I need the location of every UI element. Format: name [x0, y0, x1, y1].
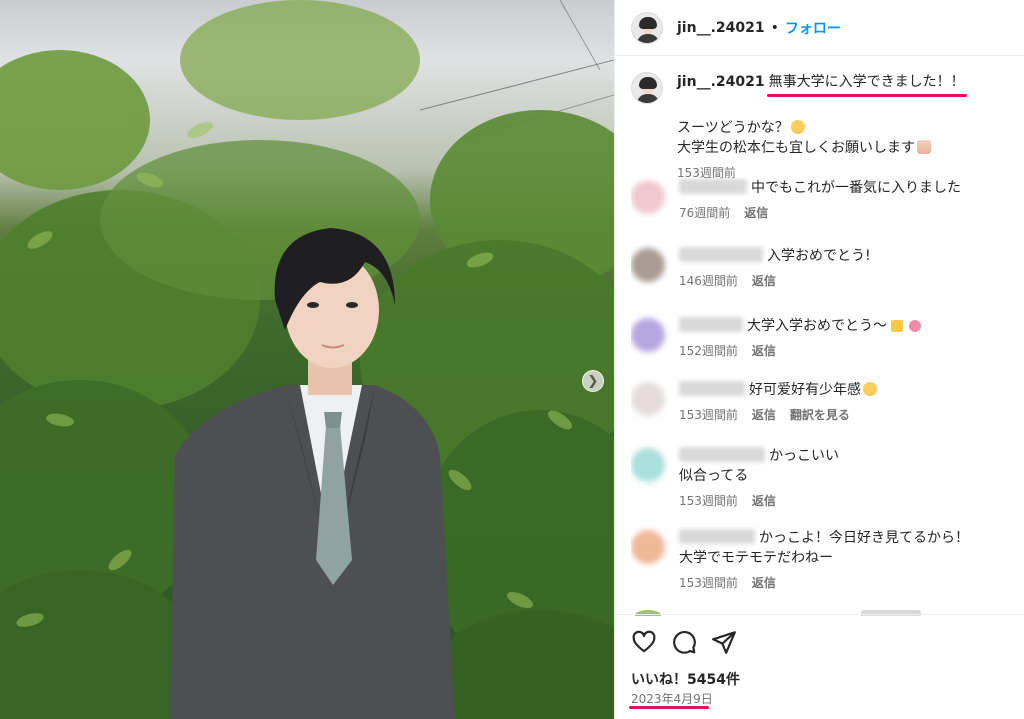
share-icon[interactable] [711, 629, 737, 655]
reply-button[interactable]: 返信 [752, 574, 776, 591]
post-date: 2023年4月9日 [631, 692, 713, 706]
comment-time: 76週間前 [679, 206, 731, 220]
comment-time: 146週間前 [679, 274, 738, 288]
redacted-username [679, 247, 763, 262]
commenter-avatar[interactable] [631, 180, 665, 214]
post-side-panel: jin__.24021 • フォロー jin__.24021 無事大学に入学できま… [614, 0, 1024, 719]
post-caption: jin__.24021 無事大学に入学できました！！ スーツどうかな？ 大学生の松… [631, 72, 1011, 181]
photo-illustration [0, 0, 614, 719]
comment-list[interactable]: 中でもこれが一番気に入りました 76週間前 返信 入学おめでとう! 146週間前返… [631, 178, 1015, 608]
caption-highlight: 無事大学に入学できました！！ [766, 74, 967, 97]
comment-text: かっこよ！今日好き見てるから！ [759, 530, 969, 546]
reply-button[interactable]: 返信 [752, 272, 776, 289]
flower-icon [909, 320, 921, 332]
header-separator: • [770, 19, 779, 36]
commenter-avatar[interactable] [631, 530, 665, 564]
comment-time: 153週間前 [679, 408, 738, 422]
comment-text: 好可爱好有少年感 [749, 382, 861, 398]
comment-time: 153週間前 [679, 494, 738, 508]
comment-text: 入学おめでとう! [767, 248, 871, 264]
carousel-next-icon[interactable]: ❯ [582, 370, 604, 392]
commenter-avatar[interactable] [631, 448, 665, 482]
victory-hand-icon [917, 140, 931, 154]
comment-text-line-2: 似合ってる [679, 468, 749, 484]
date-highlight-underline [629, 706, 709, 709]
redacted-username [679, 447, 765, 462]
sparkles-icon [891, 320, 903, 332]
header-username[interactable]: jin__.24021 [677, 20, 765, 36]
caption-username[interactable]: jin__.24021 [677, 74, 765, 90]
comment-text: 大学入学おめでとう〜 [747, 318, 887, 334]
comment-time: 152週間前 [679, 344, 738, 358]
reply-button[interactable]: 返信 [752, 492, 776, 509]
reply-button[interactable]: 返信 [752, 342, 776, 359]
redacted-username [679, 317, 743, 332]
reply-button[interactable]: 返信 [744, 204, 768, 221]
commenter-avatar[interactable] [631, 248, 665, 282]
comment-text: 中でもこれが一番気に入りました [751, 180, 961, 196]
caption-line-1: スーツどうかな？ [677, 120, 789, 136]
commenter-avatar[interactable] [631, 382, 665, 416]
redacted-username [679, 529, 755, 544]
caption-avatar[interactable] [631, 72, 663, 104]
heart-eyes-emoji-icon [863, 382, 877, 396]
post-header: jin__.24021 • フォロー [615, 0, 1024, 56]
comment-text-line-2: 大学でモテモテだわねー [679, 550, 833, 566]
post-photo[interactable]: ❯ [0, 0, 614, 719]
reply-button[interactable]: 返信 [752, 406, 776, 423]
comment-text: かっこいい [769, 448, 839, 464]
comment-time: 153週間前 [679, 576, 738, 590]
avatar[interactable] [631, 11, 663, 44]
redacted-username [679, 381, 745, 396]
follow-button[interactable]: フォロー [785, 18, 841, 38]
like-count[interactable]: いいね！5454件 [631, 669, 740, 689]
commenter-avatar[interactable] [631, 318, 665, 352]
caption-line-2: 大学生の松本仁も宜しくお願いします [677, 140, 915, 156]
post-actions: いいね！5454件 2023年4月9日 [615, 614, 1024, 719]
redacted-username [679, 179, 747, 194]
comment-icon[interactable] [671, 629, 697, 655]
flushed-emoji-icon [790, 120, 805, 134]
heart-icon[interactable] [631, 629, 657, 655]
translate-button[interactable]: 翻訳を見る [790, 406, 850, 423]
